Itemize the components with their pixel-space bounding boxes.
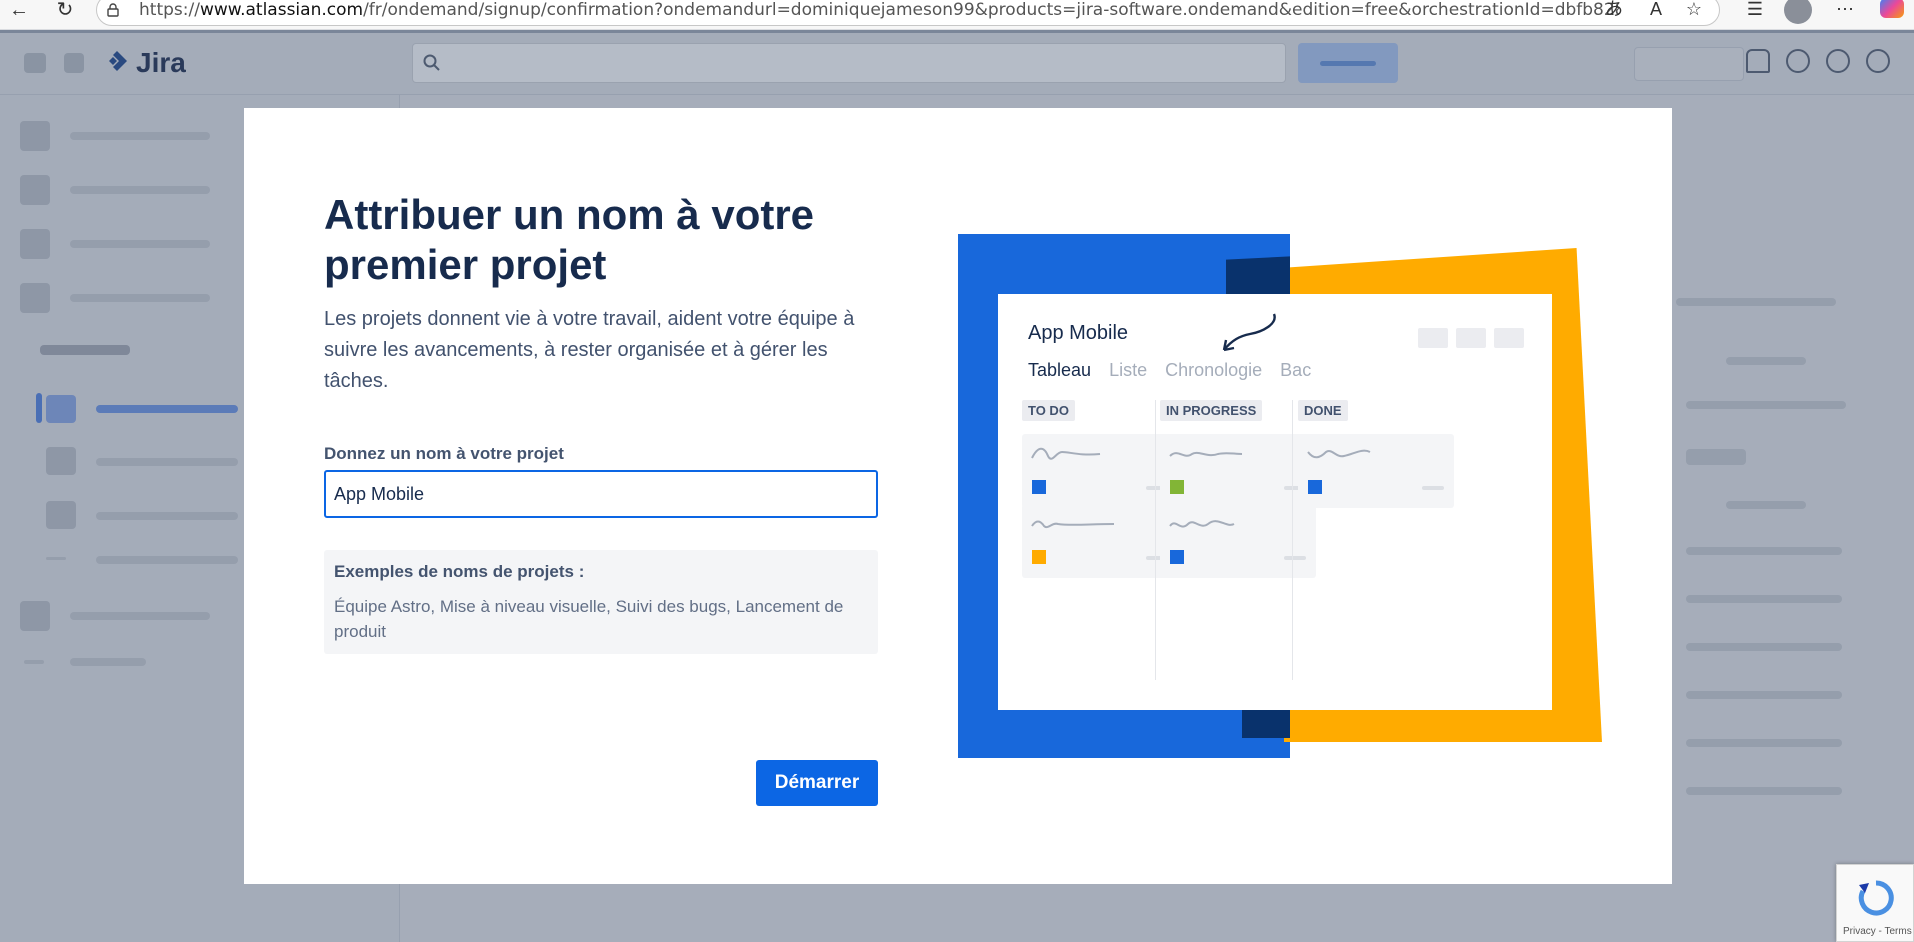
jira-logo-icon — [109, 51, 127, 71]
create-project-modal: Attribuer un nom à votre premier projet … — [244, 108, 1672, 884]
user-avatar-icon[interactable] — [1866, 49, 1890, 73]
board-card-tabs: Tableau Liste Chronologie Bac — [1028, 360, 1328, 381]
modal-description: Les projets donnent vie à votre travail,… — [324, 308, 855, 392]
copilot-icon[interactable] — [1880, 0, 1904, 18]
blue-tag-icon — [1032, 480, 1046, 494]
upgrade-button[interactable] — [1634, 47, 1744, 81]
url-text: https://www.atlassian.com/fr/ondemand/si… — [139, 0, 1619, 20]
jira-search-input[interactable] — [412, 43, 1286, 83]
recaptcha-text[interactable]: Privacy - Terms — [1843, 926, 1912, 937]
board-card-title: App Mobile — [1028, 322, 1129, 344]
column-header: TO DO — [1022, 400, 1075, 421]
board-tab-liste: Liste — [1109, 360, 1148, 380]
orange-tag-icon — [1032, 550, 1046, 564]
board-column-todo: TO DO — [1022, 400, 1182, 680]
read-aloud-icon[interactable]: A — [1643, 0, 1669, 18]
profile-avatar[interactable] — [1784, 0, 1812, 24]
jira-logo-text: Jira — [136, 47, 186, 78]
blue-tag-icon — [1308, 480, 1322, 494]
refresh-icon[interactable]: ↻ — [50, 0, 80, 22]
modal-title: Attribuer un nom à votre premier projet — [324, 191, 815, 288]
app-switcher-icon[interactable] — [64, 53, 84, 73]
board-illustration: App Mobile Tableau Liste Chronologie Bac TO… — [956, 234, 1602, 768]
favorites-list-icon[interactable]: ☰ — [1742, 0, 1768, 18]
examples-text: Équipe Astro, Mise à niveau visuelle, Su… — [334, 597, 844, 641]
more-options-icon[interactable]: ⋯ — [1832, 0, 1858, 18]
board-mini-card — [1298, 434, 1454, 508]
address-bar[interactable]: https://www.atlassian.com/fr/ondemand/si… — [96, 0, 1720, 26]
back-arrow-icon[interactable]: ← — [4, 0, 34, 22]
examples-title: Exemples de noms de projets : — [334, 562, 585, 581]
board-card: App Mobile Tableau Liste Chronologie Bac TO… — [998, 294, 1552, 710]
notifications-bell-icon[interactable] — [1746, 49, 1770, 73]
sidebar-toggle-icon[interactable] — [24, 53, 46, 73]
green-tag-icon — [1170, 480, 1184, 494]
board-card-actions — [1410, 328, 1524, 353]
board-tab-chronologie: Chronologie — [1165, 360, 1263, 380]
jira-top-nav: Jira — [0, 33, 1914, 95]
recaptcha-badge[interactable]: Privacy - Terms — [1836, 864, 1914, 942]
board-column-in-progress: IN PROGRESS — [1160, 400, 1320, 680]
column-header: DONE — [1298, 400, 1348, 421]
navy-accent-bottom — [1242, 710, 1290, 738]
board-tab-tableau: Tableau — [1028, 360, 1092, 380]
lock-icon — [107, 3, 119, 17]
create-button[interactable] — [1298, 43, 1398, 83]
blue-tag-icon — [1170, 550, 1184, 564]
board-column-done: DONE — [1298, 400, 1458, 680]
browser-toolbar: ← ↻ https://www.atlassian.com/fr/ondeman… — [0, 0, 1914, 30]
settings-gear-icon[interactable] — [1826, 49, 1850, 73]
column-header: IN PROGRESS — [1160, 400, 1263, 421]
project-name-input[interactable] — [324, 470, 878, 518]
recaptcha-icon — [1858, 880, 1894, 916]
project-name-label: Donnez un nom à votre projet — [324, 444, 564, 463]
search-icon — [423, 54, 440, 71]
board-tab-bac: Bac — [1280, 360, 1312, 380]
curved-arrow-icon — [1222, 313, 1276, 352]
translate-icon[interactable]: あ — [1601, 0, 1627, 18]
start-button[interactable]: Démarrer — [756, 760, 878, 806]
help-icon[interactable] — [1786, 49, 1810, 73]
project-name-examples: Exemples de noms de projets : Équipe Ast… — [324, 550, 878, 654]
favorite-star-icon[interactable]: ☆ — [1681, 0, 1707, 18]
